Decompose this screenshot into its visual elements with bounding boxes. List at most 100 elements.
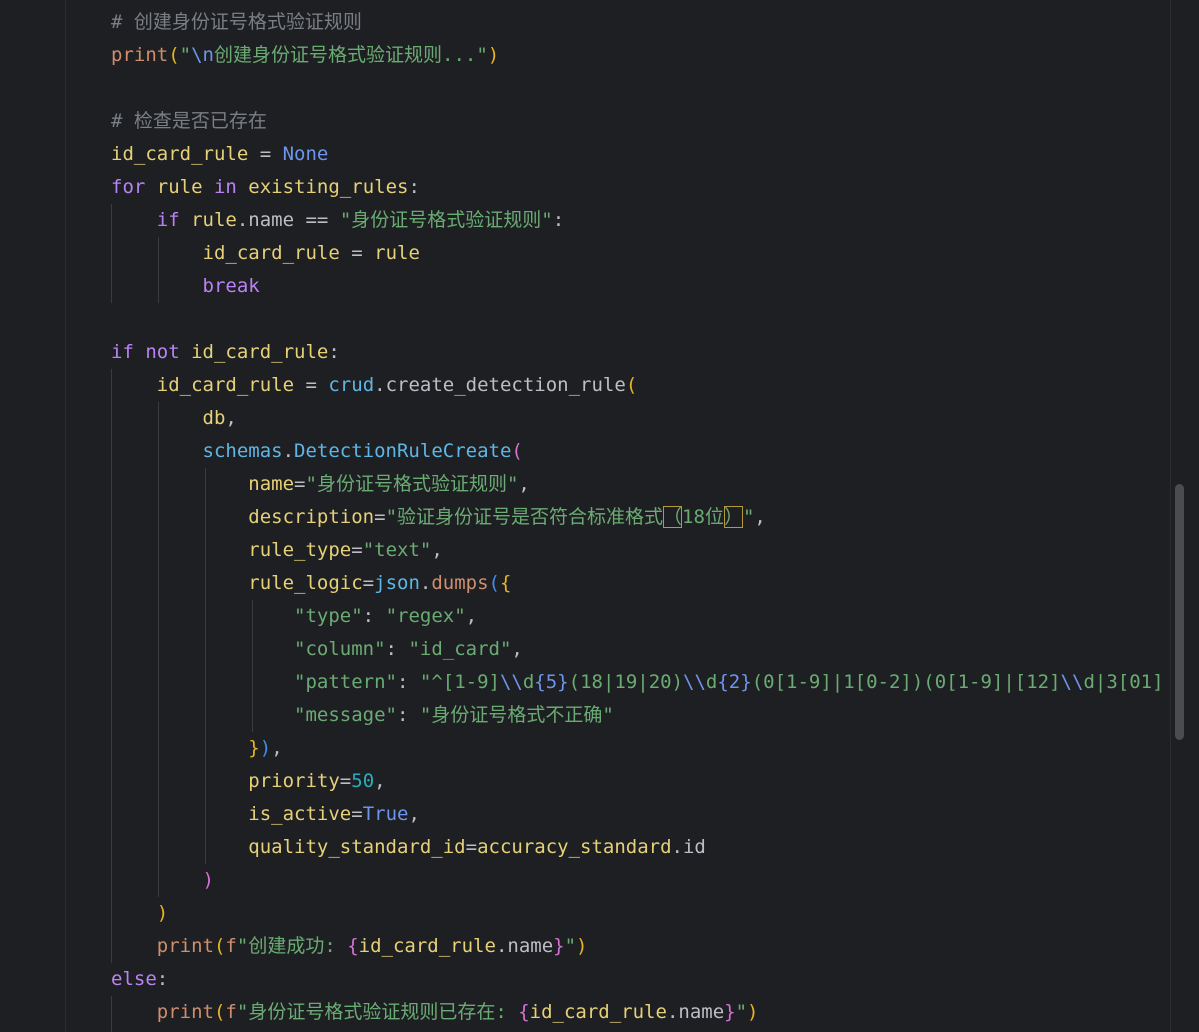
- bracket: (: [511, 440, 523, 462]
- string: "身份证号格式验证规则已存在:: [236, 1001, 519, 1023]
- code-line: print("\n创建身份证号格式验证规则..."): [111, 39, 1164, 72]
- keyword: in: [213, 176, 237, 198]
- bracket: ): [576, 935, 588, 957]
- keyword: for: [111, 176, 146, 198]
- variable: existing_rules: [236, 176, 409, 198]
- string: "创建成功:: [236, 935, 348, 957]
- code-line: db,: [111, 402, 1164, 435]
- comma: ,: [511, 638, 523, 660]
- keyword: break: [202, 275, 260, 297]
- right-margin-guide: [1170, 0, 1171, 1032]
- colon: :: [385, 638, 409, 660]
- code-line: ): [111, 864, 1164, 897]
- equals: =: [351, 539, 363, 561]
- string: "身份证号格式验证规则": [305, 473, 519, 495]
- brace: {: [347, 935, 359, 957]
- comma: ,: [408, 803, 420, 825]
- builtin-print: print: [111, 44, 169, 66]
- code-line: "type": "regex",: [111, 600, 1164, 633]
- builtin-print: print: [156, 935, 214, 957]
- code-line: is_active=True,: [111, 798, 1164, 831]
- code-line: print(f"身份证号格式验证规则已存在: {id_card_rule.nam…: [111, 996, 1164, 1029]
- module: json: [374, 572, 420, 594]
- brace: }: [553, 935, 565, 957]
- code-line: # 检查是否已存在: [111, 105, 1164, 138]
- bracket: (: [625, 374, 638, 396]
- keyword-arg: description: [248, 506, 375, 528]
- code-line: break: [111, 270, 1164, 303]
- string: "text": [362, 539, 432, 561]
- code-line: quality_standard_id=accuracy_standard.id: [111, 831, 1164, 864]
- string: "^[1-9]: [419, 671, 500, 693]
- comma: ,: [465, 605, 478, 627]
- dot: .: [282, 440, 295, 462]
- string: "身份证号格式不正确": [419, 704, 614, 726]
- bracket: (: [213, 1001, 226, 1023]
- brace: {: [500, 572, 512, 594]
- bracket: ): [202, 869, 214, 891]
- keyword-arg: priority: [248, 770, 340, 792]
- bracket: ): [156, 902, 169, 924]
- code-line: schemas.DetectionRuleCreate(: [111, 435, 1164, 468]
- variable: rule: [374, 242, 420, 264]
- brace: {: [518, 1001, 530, 1023]
- colon: :: [328, 341, 340, 363]
- dict-key: "message": [294, 704, 397, 726]
- escape-seq: \n: [191, 44, 214, 66]
- dot: .: [419, 572, 432, 594]
- highlighted-paren: （: [663, 506, 683, 528]
- variable: id_card_rule: [179, 341, 329, 363]
- code-line: "column": "id_card",: [111, 633, 1164, 666]
- variable: db: [202, 407, 226, 429]
- vertical-scrollbar[interactable]: [1175, 484, 1184, 740]
- colon: :: [396, 671, 420, 693]
- attribute: .name: [666, 1001, 725, 1023]
- comma: ,: [374, 770, 386, 792]
- colon: :: [408, 176, 420, 198]
- keyword-arg: is_active: [248, 803, 352, 825]
- code-line: id_card_rule = None: [111, 138, 1164, 171]
- keyword-arg: quality_standard_id: [248, 836, 466, 858]
- comma: ,: [754, 506, 766, 528]
- variable: rule: [145, 176, 214, 198]
- string: 创建身份证号格式验证规则...": [214, 44, 488, 66]
- constant: True: [362, 803, 409, 825]
- string: ": [742, 506, 755, 528]
- escape-seq: \\: [683, 671, 706, 693]
- colon: :: [396, 704, 420, 726]
- keyword: not: [133, 341, 180, 363]
- bracket: ): [487, 44, 500, 66]
- code-line: else:: [111, 963, 1164, 996]
- comment: # 检查是否已存在: [111, 110, 267, 132]
- comma: ,: [431, 539, 443, 561]
- module: schemas: [202, 440, 283, 462]
- code-line: if rule.name == "身份证号格式验证规则":: [111, 204, 1164, 237]
- fstring-prefix: f: [225, 935, 237, 957]
- code-area[interactable]: # 创建身份证号格式验证规则 print("\n创建身份证号格式验证规则..."…: [111, 6, 1164, 1029]
- code-line: description="验证身份证号是否符合标准格式（18位）",: [111, 501, 1164, 534]
- class-name: DetectionRuleCreate: [294, 440, 512, 462]
- code-editor[interactable]: # 创建身份证号格式验证规则 print("\n创建身份证号格式验证规则..."…: [0, 0, 1199, 1032]
- variable: id_card_rule: [156, 374, 295, 396]
- code-line: "pattern": "^[1-9]\\d{5}(18|19|20)\\d{2}…: [111, 666, 1164, 699]
- variable: rule: [179, 209, 237, 231]
- equals: =: [362, 572, 375, 594]
- operator: =: [339, 242, 375, 264]
- variable: id_card_rule: [111, 143, 249, 165]
- string: 18位: [682, 506, 724, 528]
- regex-quantifier: {2}: [717, 671, 752, 693]
- equals: =: [374, 506, 386, 528]
- operator: =: [294, 374, 329, 396]
- code-line: "message": "身份证号格式不正确": [111, 699, 1164, 732]
- escape-seq: \\: [1060, 671, 1084, 693]
- number: 50: [351, 770, 375, 792]
- string: d: [705, 671, 718, 693]
- string: "验证身份证号是否符合标准格式: [385, 506, 664, 528]
- string: d|3[01]: [1083, 671, 1164, 693]
- bracket: ): [259, 737, 272, 759]
- string: (18|19|20): [568, 671, 684, 693]
- comma: ,: [271, 737, 283, 759]
- keyword-arg: rule_type: [248, 539, 352, 561]
- attribute: .id: [671, 836, 706, 858]
